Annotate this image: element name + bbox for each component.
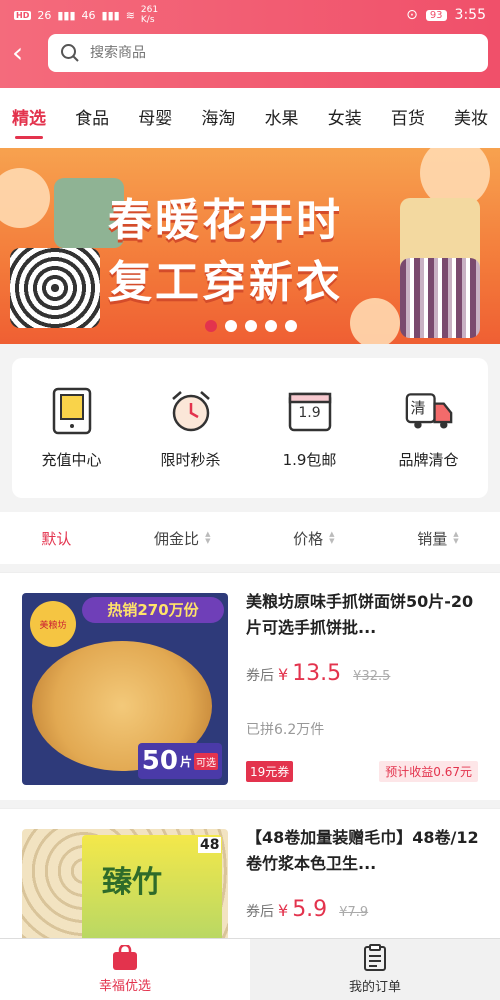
quantity-badge: 50 片 可选: [137, 743, 222, 779]
currency-symbol: ¥: [278, 901, 289, 920]
carousel-dot[interactable]: [245, 320, 257, 332]
shirt-image: [400, 258, 480, 338]
flash-sale-button[interactable]: 限时秒杀: [141, 387, 241, 470]
truck-icon: 清: [405, 387, 453, 435]
price-label: 券后: [246, 668, 274, 684]
sort-arrows-icon: ▲ ▼: [205, 530, 211, 545]
hot-sale-banner: 热销270万份: [82, 597, 224, 623]
flower-decoration: [0, 168, 50, 228]
clipboard-icon: [364, 944, 386, 971]
signal-1-label: 26: [37, 8, 52, 22]
currency-symbol: ¥: [278, 665, 289, 684]
sort-commission[interactable]: 佣金比 ▲ ▼: [154, 528, 210, 549]
tab-overseas[interactable]: 海淘: [201, 104, 235, 133]
sold-count: 已拼6.2万件: [246, 722, 325, 738]
price-value: 5.9: [292, 897, 328, 922]
tab-womens[interactable]: 女装: [328, 104, 362, 133]
wifi-icon: ≋: [125, 8, 135, 22]
tab-label: 我的订单: [348, 980, 401, 995]
quantity-number: 50: [141, 746, 178, 776]
quick-link-label: 品牌清仓: [398, 450, 459, 469]
sort-sales[interactable]: 销量 ▲ ▼: [417, 528, 458, 549]
coupon-badge: 19元券: [246, 761, 294, 782]
sort-label: 默认: [41, 529, 72, 548]
package-count: 48: [198, 837, 222, 853]
original-price: ¥32.5: [353, 669, 391, 684]
sort-price[interactable]: 价格 ▲ ▼: [293, 528, 334, 549]
signal-icon: ▮▮▮: [57, 8, 76, 22]
tab-food[interactable]: 食品: [75, 104, 109, 133]
tab-general[interactable]: 百货: [391, 104, 425, 133]
location-icon: ⊙: [406, 7, 418, 23]
hd-badge: HD: [14, 10, 32, 20]
sort-label: 价格: [293, 529, 324, 548]
clock: 3:55: [454, 7, 486, 23]
header: HD 26 ▮▮▮ 46 ▮▮▮ ≋ 261 K/s ⊙ 93 3:55 ‹: [0, 0, 500, 88]
quick-link-label: 限时秒杀: [160, 450, 221, 469]
search-input[interactable]: [90, 45, 476, 61]
flower-decoration: [350, 298, 400, 344]
price-label: 券后: [246, 904, 274, 920]
signal-icon: ▮▮▮: [101, 8, 120, 22]
tab-fruit[interactable]: 水果: [265, 104, 299, 133]
tablet-icon: [48, 387, 96, 435]
quantity-option: 可选: [194, 752, 218, 770]
tab-my-orders[interactable]: 我的订单: [250, 939, 500, 1000]
price-value: 13.5: [292, 661, 342, 686]
quantity-unit: 片: [179, 754, 192, 769]
tab-baby[interactable]: 母婴: [138, 104, 172, 133]
shopping-bag-icon: [113, 945, 137, 970]
product-image: 热销270万份 美粮坊 50 片 可选: [22, 593, 228, 785]
tab-beauty[interactable]: 美妆: [454, 104, 488, 133]
product-title[interactable]: 美粮坊原味手抓饼面饼50片-20片可选手抓饼批...: [246, 589, 482, 641]
price-row: 券后 ¥ 5.9 ¥7.9: [246, 897, 368, 922]
banner-title-line1: 春暖花开时: [108, 195, 343, 246]
sort-arrows-icon: ▲ ▼: [329, 530, 335, 545]
promo-banner[interactable]: 春暖花开时 复工穿新衣: [0, 148, 500, 344]
calendar-badge-text: 1.9: [298, 404, 321, 421]
sort-default[interactable]: 默认: [41, 528, 71, 549]
carousel-dots: [205, 320, 297, 332]
carousel-dot[interactable]: [205, 320, 217, 332]
price-row: 券后 ¥ 13.5 ¥32.5: [246, 661, 390, 686]
shirt-image: [10, 248, 100, 328]
quick-links: 充值中心 限时秒杀 1.9 1.9包邮 清 品牌清仓: [12, 358, 488, 498]
banner-title-line2: 复工穿新衣: [108, 257, 343, 308]
quick-link-label: 1.9包邮: [282, 450, 337, 469]
search-icon: [61, 44, 79, 62]
back-button[interactable]: ‹: [12, 38, 38, 68]
signal-2-label: 46: [81, 8, 96, 22]
alarm-clock-icon: [167, 387, 215, 435]
search-box[interactable]: [48, 34, 488, 72]
tab-featured[interactable]: 精选: [12, 104, 46, 133]
brand-seal: 美粮坊: [30, 601, 76, 647]
earnings-badge: 预计收益0.67元: [379, 761, 478, 782]
original-price: ¥7.9: [339, 905, 369, 920]
status-bar: HD 26 ▮▮▮ 46 ▮▮▮ ≋ 261 K/s ⊙ 93 3:55: [0, 0, 500, 30]
carousel-dot[interactable]: [225, 320, 237, 332]
sort-bar: 默认 佣金比 ▲ ▼ 价格 ▲ ▼ 销量 ▲ ▼: [0, 512, 500, 564]
brand-clearance-button[interactable]: 清 品牌清仓: [379, 387, 479, 470]
product-card[interactable]: 热销270万份 美粮坊 50 片 可选 美粮坊原味手抓饼面饼50片-20片可选手…: [0, 572, 500, 800]
truck-badge-text: 清: [410, 398, 426, 417]
battery-level: 93: [425, 9, 447, 21]
bottom-tab-bar: 幸福优选 我的订单: [0, 938, 500, 1000]
brand-name: 臻竹: [102, 865, 162, 900]
recharge-center-button[interactable]: 充值中心: [22, 387, 122, 470]
sort-label: 佣金比: [154, 529, 200, 548]
sort-arrows-icon: ▲ ▼: [453, 530, 459, 545]
calendar-icon: 1.9: [286, 387, 334, 435]
carousel-dot[interactable]: [265, 320, 277, 332]
free-shipping-button[interactable]: 1.9 1.9包邮: [260, 387, 360, 470]
tab-happy-picks[interactable]: 幸福优选: [0, 939, 250, 1000]
product-title[interactable]: 【48卷加量装赠毛巾】48卷/12卷竹浆本色卫生...: [246, 825, 482, 877]
network-speed: 261 K/s: [140, 5, 159, 25]
tab-label: 幸福优选: [98, 979, 151, 994]
carousel-dot[interactable]: [285, 320, 297, 332]
category-tabs: 精选 食品 母婴 海淘 水果 女装 百货 美妆: [0, 88, 500, 148]
quick-link-label: 充值中心: [41, 450, 102, 469]
sort-label: 销量: [417, 529, 448, 548]
